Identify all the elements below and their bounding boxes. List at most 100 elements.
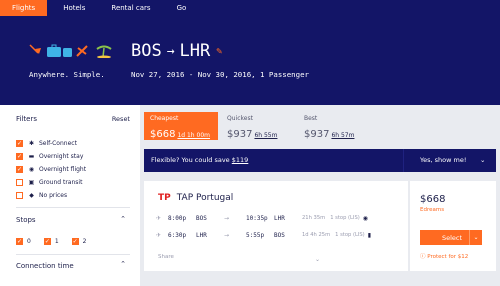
sort-tabs: Cheapest $668 1d 1h 00m Quickest $937 6h 5… (144, 112, 375, 140)
info-icon: ⓘ (420, 254, 426, 260)
reset-filters-link[interactable]: Reset (112, 115, 130, 123)
select-button[interactable]: Select ⌄ (420, 230, 482, 245)
plane-landing-icon: ✈ (156, 231, 162, 239)
filter-label: No prices (39, 192, 68, 199)
stops-section-title[interactable]: Stops (16, 216, 36, 224)
filter-label: Self-Connect (39, 140, 77, 147)
filters-sidebar: Filters Reset ✓ ✱ Self-Connect ✓ ▬ Overn… (0, 105, 140, 286)
building-icon: ▮ (367, 231, 372, 239)
checkbox-stops-0[interactable]: ✓ (16, 238, 23, 245)
filter-self-connect[interactable]: ✓ ✱ Self-Connect (16, 139, 77, 148)
bus-icon: ▣ (28, 179, 35, 186)
select-label: Select (442, 233, 463, 242)
chevron-down-icon[interactable]: ⌄ (315, 256, 320, 263)
route-arrow-icon: → (166, 43, 175, 59)
tab-duration: 6h 57m (331, 132, 355, 139)
protect-link[interactable]: ⓘ Protect for $12 (420, 252, 468, 260)
tab-title: Quickest (227, 115, 253, 122)
tab-duration: 6h 55m (254, 132, 278, 139)
flexible-text: Flexible? You could save (151, 156, 230, 164)
savings-link[interactable]: $119 (232, 156, 249, 164)
show-me-button[interactable]: Yes, show me! ⌄ (403, 149, 496, 172)
checkbox-no-prices[interactable] (16, 192, 23, 199)
checkbox-overnight-stay[interactable]: ✓ (16, 153, 23, 160)
outbound-leg: ✈ 8:00p BOS → 10:35p LHR 21h 35m 1 stop … (156, 213, 368, 223)
route-heading: BOS → LHR ✎ (131, 41, 222, 61)
filter-overnight-flight[interactable]: ✓ ◉ Overnight flight (16, 165, 86, 174)
chevron-up-icon[interactable]: ⌃ (120, 260, 126, 268)
connection-time-section-title[interactable]: Connection time (16, 262, 74, 270)
airline-row: TP TAP Portugal (158, 193, 233, 203)
arrive-time: 5:55p (246, 231, 265, 239)
chevron-down-icon: ⌄ (480, 156, 486, 164)
stop-label: 0 (27, 238, 31, 245)
arrow-right-icon: → (224, 231, 230, 239)
leg-stops: 1 stop (LIS) (330, 215, 360, 221)
nav-go[interactable]: Go (167, 0, 197, 16)
tab-best[interactable]: Best $937 6h 57m (298, 112, 372, 140)
chevron-up-icon[interactable]: ⌃ (120, 215, 126, 223)
price-panel: $668 Edreams Select ⌄ ⓘ Protect for $12 (410, 181, 496, 271)
show-me-label: Yes, show me! (420, 156, 467, 164)
trip-details: Nov 27, 2016 - Nov 30, 2016, 1 Passenger (131, 70, 309, 79)
nav-hotels[interactable]: Hotels (53, 0, 95, 16)
filter-label: Ground transit (39, 179, 83, 186)
filter-label: Overnight stay (39, 153, 84, 160)
tab-duration: 1d 1h 00m (177, 132, 210, 139)
destination-code: LHR (179, 41, 211, 61)
stop-option-1[interactable]: ✓ 1 (43, 238, 59, 245)
nav-flights[interactable]: Flights (0, 0, 48, 16)
edit-pencil-icon[interactable]: ✎ (216, 46, 222, 57)
chevron-down-icon[interactable]: ⌄ (469, 230, 482, 245)
protect-label: Protect for $12 (427, 254, 469, 260)
self-connect-icon: ✱ (28, 140, 35, 147)
depart-time: 8:00p (168, 214, 187, 222)
share-link[interactable]: Share (158, 254, 174, 260)
stop-option-0[interactable]: ✓ 0 (16, 238, 31, 245)
checkbox-ground-transit[interactable] (16, 179, 23, 186)
nav-rental-cars[interactable]: Rental cars (101, 0, 160, 16)
tagline: Anywhere. Simple. (29, 70, 105, 79)
bed-icon: ▬ (28, 153, 35, 160)
filters-title: Filters (16, 115, 37, 123)
tab-cheapest[interactable]: Cheapest $668 1d 1h 00m (144, 112, 218, 140)
arrow-right-icon: → (224, 214, 230, 222)
stop-option-2[interactable]: ✓ 2 (71, 238, 87, 245)
checkbox-stops-2[interactable]: ✓ (71, 238, 79, 245)
arrive-airport: LHR (274, 214, 285, 222)
airline-logo-icon: TP (158, 193, 171, 203)
depart-time: 6:30p (168, 231, 187, 239)
return-leg: ✈ 6:30p LHR → 5:55p BOS 1d 4h 25m 1 stop… (156, 230, 371, 240)
leg-duration: 21h 35m (302, 215, 326, 221)
leg-duration: 1d 4h 25m (302, 232, 331, 238)
tab-quickest[interactable]: Quickest $937 6h 55m (221, 112, 295, 140)
checkbox-overnight-flight[interactable]: ✓ (16, 166, 23, 173)
stop-label: 2 (82, 238, 87, 245)
stops-options: ✓ 0 ✓ 1 ✓ 2 (16, 238, 99, 245)
checkbox-stops-1[interactable]: ✓ (43, 238, 51, 245)
tag-icon: ◆ (29, 192, 34, 199)
filter-no-prices[interactable]: ◆ No prices (16, 191, 67, 200)
tab-price: $937 (227, 129, 253, 140)
origin-code: BOS (131, 41, 162, 61)
tab-price: $668 (150, 129, 176, 140)
airline-name: TAP Portugal (176, 193, 234, 203)
result-price: $668 (420, 194, 446, 205)
provider-link[interactable]: Edreams (420, 207, 444, 213)
leg-stops: 1 stop (LIS) (335, 232, 365, 238)
flexible-dates-banner: Flexible? You could save $119 Yes, show … (144, 149, 496, 172)
filter-ground-transit[interactable]: ▣ Ground transit (16, 178, 82, 187)
hero-banner: Flights Hotels Rental cars Go BOS → LHR … (0, 0, 500, 105)
arrive-airport: BOS (274, 231, 285, 239)
flight-result-card[interactable]: TP TAP Portugal ✈ 8:00p BOS → 10:35p LHR… (144, 181, 408, 271)
arrive-time: 10:35p (246, 214, 268, 222)
eye-icon: ◉ (28, 166, 35, 173)
divider (16, 254, 130, 255)
depart-airport: LHR (196, 231, 207, 239)
top-nav: Flights Hotels Rental cars Go (0, 0, 202, 16)
checkbox-self-connect[interactable]: ✓ (16, 140, 23, 147)
filter-label: Overnight flight (39, 166, 87, 173)
divider (16, 207, 130, 208)
stop-label: 1 (54, 238, 59, 245)
filter-overnight-stay[interactable]: ✓ ▬ Overnight stay (16, 152, 83, 161)
